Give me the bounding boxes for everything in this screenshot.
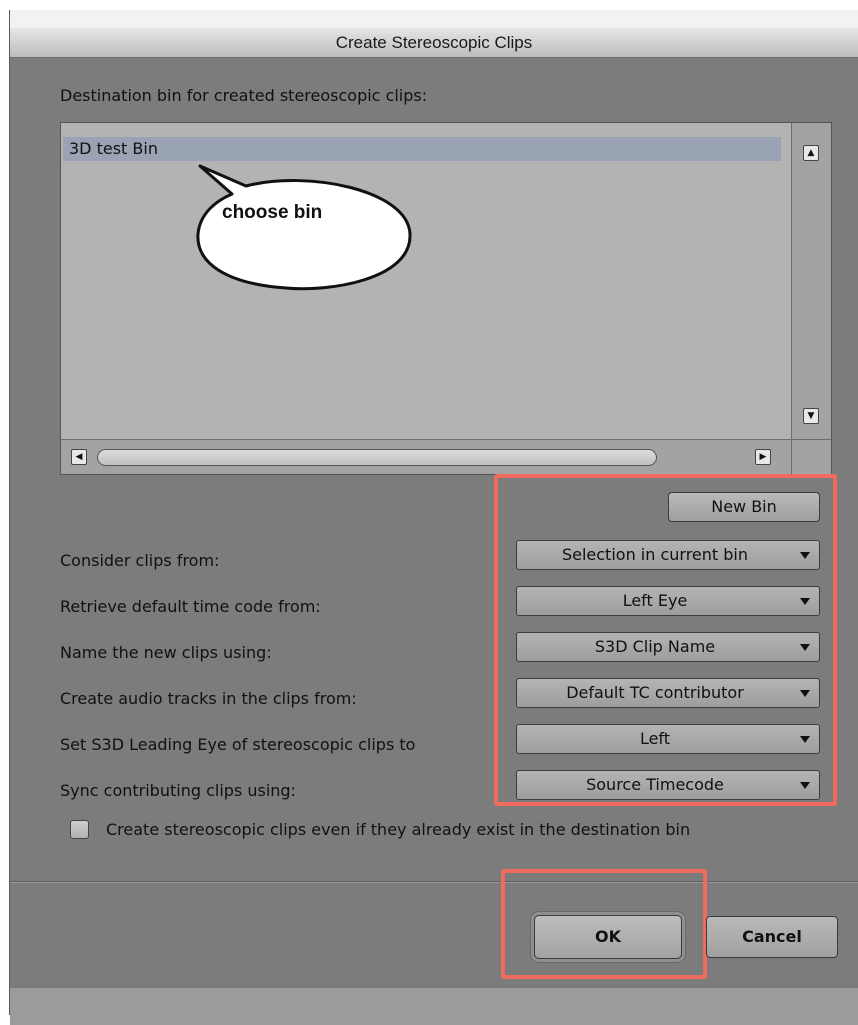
- scroll-down-arrow-icon[interactable]: ▼: [803, 408, 819, 424]
- vertical-scrollbar[interactable]: ▲ ▼: [791, 123, 831, 439]
- select-value: Selection in current bin: [561, 545, 749, 564]
- window-top-strip: [10, 10, 858, 28]
- dialog-separator: [10, 881, 858, 883]
- destination-bin-label: Destination bin for created stereoscopic…: [60, 86, 428, 105]
- create-stereoscopic-clips-dialog: Create Stereoscopic Clips Destination bi…: [10, 10, 858, 1025]
- sync-method-select[interactable]: Source Timecode: [516, 770, 820, 800]
- chevron-down-icon: [800, 782, 810, 789]
- chevron-down-icon: [800, 736, 810, 743]
- select-value: Left: [639, 729, 671, 748]
- dialog-title: Create Stereoscopic Clips: [335, 32, 533, 52]
- ok-button[interactable]: OK: [534, 915, 682, 959]
- chevron-down-icon: [800, 598, 810, 605]
- timecode-source-select[interactable]: Left Eye: [516, 586, 820, 616]
- select-value: Source Timecode: [586, 775, 724, 794]
- callout-text: choose bin: [222, 202, 323, 223]
- option-label: Consider clips from:: [60, 551, 220, 570]
- chevron-down-icon: [800, 644, 810, 651]
- select-value: S3D Clip Name: [594, 637, 716, 656]
- scroll-right-arrow-icon[interactable]: ▶: [755, 449, 771, 465]
- chevron-down-icon: [800, 690, 810, 697]
- chevron-down-icon: [800, 552, 810, 559]
- option-label: Create audio tracks in the clips from:: [60, 689, 357, 708]
- bin-list[interactable]: 3D test Bin ▲ ▼ ◀ ▶: [60, 122, 832, 475]
- cancel-button[interactable]: Cancel: [706, 916, 838, 958]
- clip-naming-select[interactable]: S3D Clip Name: [516, 632, 820, 662]
- audio-tracks-select[interactable]: Default TC contributor: [516, 678, 820, 708]
- leading-eye-select[interactable]: Left: [516, 724, 820, 754]
- option-label: Name the new clips using:: [60, 643, 272, 662]
- scroll-left-arrow-icon[interactable]: ◀: [71, 449, 87, 465]
- scroll-up-arrow-icon[interactable]: ▲: [803, 145, 819, 161]
- dialog-titlebar[interactable]: Create Stereoscopic Clips: [10, 28, 858, 58]
- select-value: Left Eye: [622, 591, 688, 610]
- scrollbar-corner: [791, 439, 831, 474]
- option-label: Sync contributing clips using:: [60, 781, 296, 800]
- horizontal-scrollbar[interactable]: ◀ ▶: [61, 439, 791, 474]
- checkbox-label[interactable]: Create stereoscopic clips even if they a…: [106, 820, 690, 839]
- consider-clips-select[interactable]: Selection in current bin: [516, 540, 820, 570]
- window-bottom-bar: [10, 988, 858, 1025]
- option-label: Set S3D Leading Eye of stereoscopic clip…: [60, 735, 416, 754]
- callout-bubble-icon: [196, 164, 412, 291]
- create-existing-checkbox[interactable]: [70, 820, 89, 839]
- select-value: Default TC contributor: [566, 683, 744, 702]
- horizontal-scroll-thumb[interactable]: [97, 449, 657, 466]
- option-label: Retrieve default time code from:: [60, 597, 321, 616]
- bin-list-item[interactable]: 3D test Bin: [63, 137, 781, 161]
- new-bin-button[interactable]: New Bin: [668, 492, 820, 522]
